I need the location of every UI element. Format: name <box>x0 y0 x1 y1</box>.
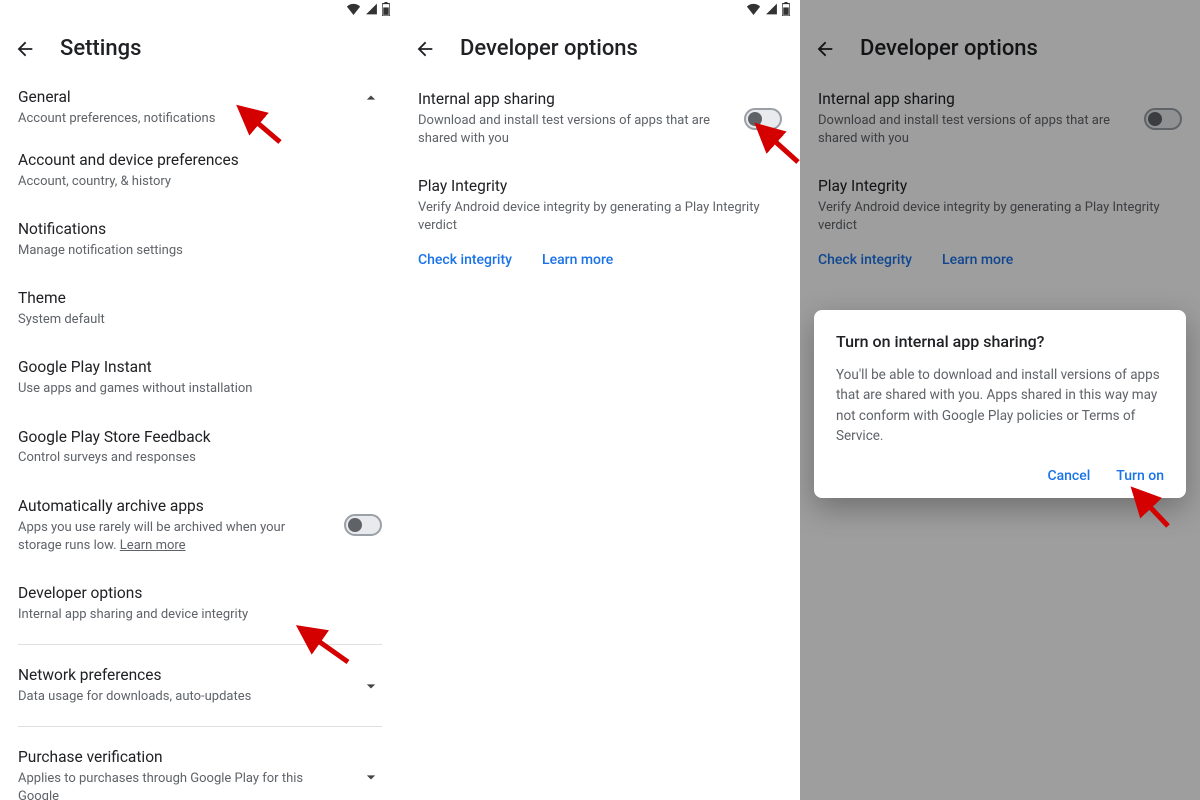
cell-signal-icon <box>365 3 378 15</box>
app-bar: Developer options <box>400 18 800 75</box>
setting-notifications[interactable]: Notifications Manage notification settin… <box>18 205 382 274</box>
status-bar <box>800 0 1200 18</box>
back-arrow-icon[interactable] <box>814 38 836 60</box>
setting-internal-app-sharing[interactable]: Internal app sharing Download and instal… <box>818 75 1182 162</box>
screen-developer-options: Developer options Internal app sharing D… <box>400 0 800 800</box>
cancel-button[interactable]: Cancel <box>1047 468 1090 484</box>
integrity-links: Check integrity Learn more <box>418 242 782 286</box>
wifi-icon <box>346 3 361 15</box>
screen-developer-options-dialog: Developer options Internal app sharing D… <box>800 0 1200 800</box>
status-bar <box>0 0 400 18</box>
setting-theme[interactable]: Theme System default <box>18 274 382 343</box>
setting-play-integrity: Play Integrity Verify Android device int… <box>818 162 1182 241</box>
auto-archive-toggle[interactable] <box>344 514 382 536</box>
battery-icon <box>382 2 390 16</box>
divider <box>18 726 382 727</box>
screen-settings: Settings General Account preferences, no… <box>0 0 400 800</box>
learn-more-link[interactable]: Learn more <box>542 252 613 268</box>
internal-app-sharing-toggle[interactable] <box>744 108 782 130</box>
app-bar: Settings <box>0 18 400 75</box>
wifi-icon <box>1146 3 1161 15</box>
page-title: Developer options <box>460 36 638 61</box>
chevron-down-icon <box>360 675 382 697</box>
general-section-header[interactable]: General Account preferences, notificatio… <box>18 75 382 136</box>
status-bar <box>400 0 800 18</box>
general-sub: Account preferences, notifications <box>18 110 360 128</box>
check-integrity-link[interactable]: Check integrity <box>418 252 512 268</box>
setting-account-device[interactable]: Account and device preferences Account, … <box>18 136 382 205</box>
battery-icon <box>1182 2 1190 16</box>
setting-play-integrity: Play Integrity Verify Android device int… <box>418 162 782 241</box>
dialog-title: Turn on internal app sharing? <box>836 332 1164 351</box>
cell-signal-icon <box>765 3 778 15</box>
page-title: Settings <box>60 36 141 61</box>
integrity-links: Check integrity Learn more <box>818 242 1182 286</box>
app-bar: Developer options <box>800 18 1200 75</box>
setting-play-instant[interactable]: Google Play Instant Use apps and games w… <box>18 343 382 412</box>
turn-on-button[interactable]: Turn on <box>1116 468 1164 484</box>
battery-icon <box>782 2 790 16</box>
dialog-body: You'll be able to download and install v… <box>836 365 1164 446</box>
setting-auto-archive[interactable]: Automatically archive apps Apps you use … <box>18 482 382 569</box>
learn-more-link[interactable]: Learn more <box>120 538 186 553</box>
learn-more-link[interactable]: Learn more <box>942 252 1013 268</box>
setting-internal-app-sharing[interactable]: Internal app sharing Download and instal… <box>418 75 782 162</box>
setting-purchase-verification[interactable]: Purchase verification Applies to purchas… <box>18 733 382 800</box>
back-arrow-icon[interactable] <box>414 38 436 60</box>
confirm-dialog: Turn on internal app sharing? You'll be … <box>814 310 1186 498</box>
setting-developer-options[interactable]: Developer options Internal app sharing a… <box>18 569 382 638</box>
cell-signal-icon <box>1165 3 1178 15</box>
check-integrity-link[interactable]: Check integrity <box>818 252 912 268</box>
setting-store-feedback[interactable]: Google Play Store Feedback Control surve… <box>18 413 382 482</box>
divider <box>18 644 382 645</box>
setting-network-preferences[interactable]: Network preferences Data usage for downl… <box>18 651 382 720</box>
chevron-up-icon <box>360 87 382 109</box>
internal-app-sharing-toggle[interactable] <box>1144 108 1182 130</box>
wifi-icon <box>746 3 761 15</box>
general-title: General <box>18 87 360 108</box>
chevron-down-icon <box>360 766 382 788</box>
page-title: Developer options <box>860 36 1038 61</box>
back-arrow-icon[interactable] <box>14 38 36 60</box>
